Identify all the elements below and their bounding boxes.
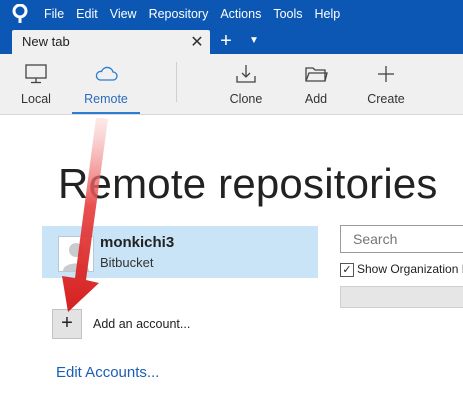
close-icon[interactable]: ✕ — [188, 32, 206, 52]
clone-button[interactable]: Clone — [220, 54, 272, 114]
create-label: Create — [367, 92, 405, 106]
add-account-button[interactable]: + — [52, 309, 82, 339]
account-item[interactable]: monkichi3 Bitbucket — [42, 226, 318, 278]
menu-actions[interactable]: Actions — [220, 0, 261, 28]
download-icon — [236, 65, 256, 83]
clone-label: Clone — [229, 92, 263, 106]
menu-file[interactable]: File — [44, 0, 64, 28]
chevron-down-icon[interactable]: ▼ — [246, 29, 262, 53]
new-tab-button[interactable]: + — [215, 29, 237, 53]
show-organization-label: Show Organization R — [357, 262, 463, 276]
tab-new-tab[interactable]: New tab ✕ — [12, 30, 210, 54]
local-button[interactable]: Local — [10, 54, 62, 114]
menu-edit[interactable]: Edit — [76, 0, 98, 28]
add-button[interactable]: Add — [290, 54, 342, 114]
show-organization-toggle[interactable]: ✓ Show Organization R — [340, 262, 463, 278]
menu-help[interactable]: Help — [315, 0, 341, 28]
avatar — [58, 236, 94, 272]
local-label: Local — [21, 92, 51, 106]
plus-icon — [378, 66, 394, 82]
cloud-icon — [95, 66, 118, 81]
create-button[interactable]: Create — [358, 54, 414, 114]
page-title: Remote repositories — [58, 160, 438, 207]
tab-label: New tab — [22, 34, 70, 49]
remote-label: Remote — [84, 92, 128, 106]
remote-button[interactable]: Remote — [78, 54, 134, 114]
menu-tools[interactable]: Tools — [273, 0, 302, 28]
menu-repository[interactable]: Repository — [149, 0, 209, 28]
edit-accounts-link[interactable]: Edit Accounts... — [56, 364, 159, 381]
account-host: Bitbucket — [100, 255, 154, 270]
add-label: Add — [304, 92, 328, 106]
user-placeholder-icon — [59, 237, 93, 271]
toolbar-divider — [176, 62, 177, 102]
monitor-icon — [25, 64, 47, 84]
active-tab-indicator — [72, 112, 140, 114]
folder-icon — [305, 67, 328, 82]
search-input[interactable] — [351, 230, 463, 248]
repository-list-header — [340, 286, 463, 308]
add-account-label: Add an account... — [93, 317, 191, 331]
search-box[interactable] — [340, 225, 463, 253]
account-name: monkichi3 — [100, 234, 175, 251]
sourcetree-logo-icon[interactable] — [10, 4, 30, 24]
title-bar: File Edit View Repository Actions Tools … — [0, 0, 463, 28]
checkbox-checked-icon[interactable]: ✓ — [340, 263, 354, 277]
menu-bar: File Edit View Repository Actions Tools … — [44, 0, 352, 28]
toolbar: Local Remote Clone Add Create — [0, 54, 463, 115]
menu-view[interactable]: View — [110, 0, 137, 28]
